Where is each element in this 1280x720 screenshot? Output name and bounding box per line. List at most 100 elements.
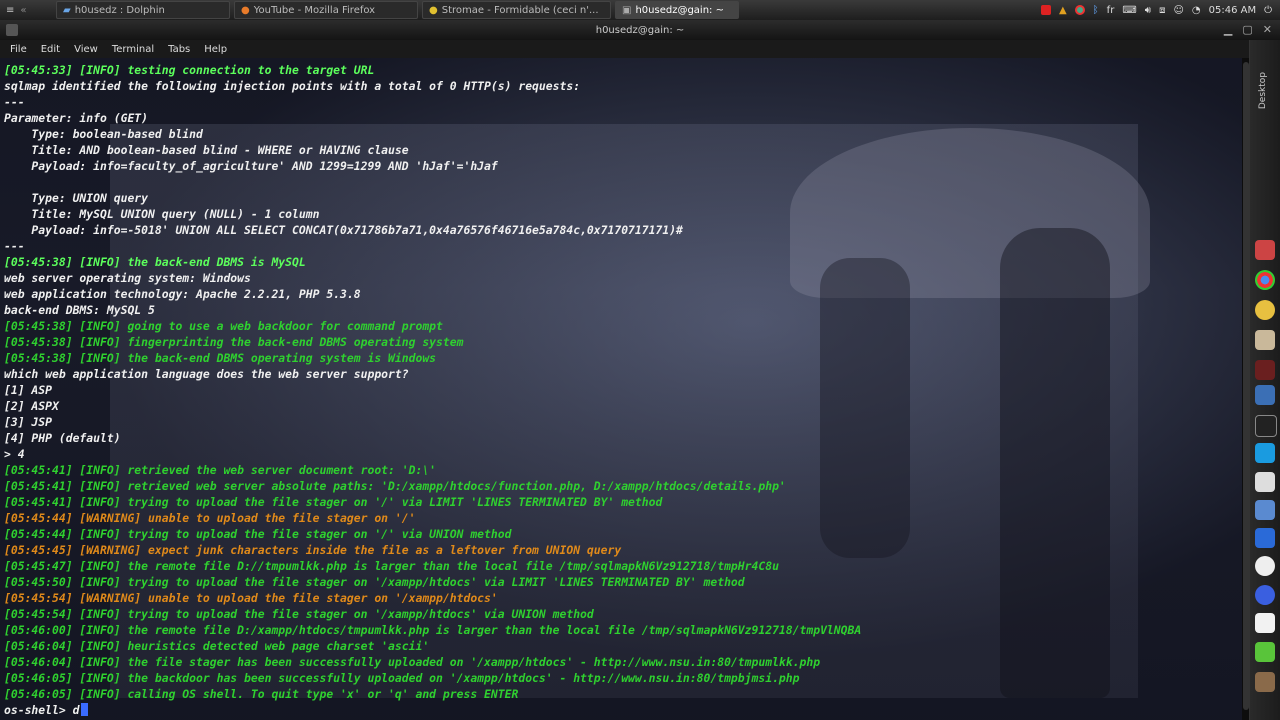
chrome-icon[interactable] [1255, 270, 1275, 290]
terminal-line: Type: boolean-based blind [4, 127, 203, 141]
eye-icon[interactable] [1255, 556, 1275, 576]
maximize-icon[interactable]: ▢ [1242, 23, 1252, 36]
blue-app-icon[interactable] [1255, 528, 1275, 548]
firefox-icon: ● [241, 4, 250, 16]
task-chrome[interactable]: ● Stromae - Formidable (ceci n'... [422, 1, 611, 19]
terminal-output[interactable]: [05:45:33] [INFO] testing connection to … [0, 58, 1250, 720]
text-cursor [81, 703, 89, 716]
clock[interactable]: 05:46 AM [1209, 5, 1256, 16]
window-menu-icon[interactable] [6, 24, 18, 36]
chevron-left-icon[interactable]: « [20, 5, 26, 16]
menu-edit[interactable]: Edit [41, 44, 60, 55]
close-icon[interactable]: ✕ [1263, 23, 1272, 36]
terminal-line: [05:45:50] [INFO] trying to upload the f… [4, 575, 745, 589]
terminal-icon[interactable] [1255, 415, 1277, 437]
record-icon[interactable] [1040, 5, 1051, 15]
menu-icon[interactable]: ≡ [6, 5, 14, 16]
window-controls: ▁ ▢ ✕ [1224, 23, 1272, 36]
app-icon-dark-red[interactable] [1255, 360, 1275, 380]
network-icon[interactable] [1255, 500, 1275, 520]
terminal-line: [05:45:38] [INFO] the back-end DBMS oper… [4, 351, 437, 365]
terminal-line: [05:45:54] [INFO] trying to upload the f… [4, 607, 594, 621]
chrome-tray-icon[interactable] [1074, 5, 1085, 15]
top-panel: ≡ « ▰ h0usedz : Dolphin ● YouTube - Mozi… [0, 0, 1280, 21]
terminal-line: [05:45:47] [INFO] the remote file D://tm… [4, 559, 779, 573]
menu-terminal[interactable]: Terminal [112, 44, 154, 55]
keyboard-icon[interactable]: ⌨ [1122, 5, 1136, 16]
task-label: h0usedz : Dolphin [74, 4, 165, 16]
terminal-line: [3] JSP [4, 415, 53, 429]
terminal-icon: ▣ [622, 4, 632, 16]
terminal-line: [05:45:44] [INFO] trying to upload the f… [4, 527, 512, 541]
power-icon[interactable]: ⏻ [1264, 5, 1272, 16]
terminal-line: > 4 [4, 447, 25, 461]
opera-icon[interactable] [1255, 585, 1275, 605]
terminal-line: [05:45:44] [WARNING] unable to upload th… [4, 511, 416, 525]
task-dolphin[interactable]: ▰ h0usedz : Dolphin [56, 1, 230, 19]
desktop-label[interactable]: Desktop [1258, 72, 1268, 109]
task-terminal[interactable]: ▣ h0usedz@gain: ~ [615, 1, 739, 19]
skype-icon[interactable] [1255, 443, 1275, 463]
folder-icon: ▰ [63, 4, 71, 16]
terminal-line: [05:45:41] [INFO] trying to upload the f… [4, 495, 663, 509]
terminal-line: --- [4, 95, 25, 109]
terminal-line: [05:45:33] [INFO] testing connection to … [4, 63, 375, 77]
terminal-line: [05:45:38] [INFO] the back-end DBMS is M… [4, 255, 306, 269]
terminal-line: [05:46:04] [INFO] heuristics detected we… [4, 639, 430, 653]
terminal-line: [05:45:41] [INFO] retrieved web server a… [4, 479, 786, 493]
terminal-line: web server operating system: Windows [4, 271, 251, 285]
task-firefox[interactable]: ● YouTube - Mozilla Firefox [234, 1, 418, 19]
terminal-line: back-end DBMS: MySQL 5 [4, 303, 155, 317]
terminal-line: [05:46:05] [INFO] calling OS shell. To q… [4, 687, 519, 701]
warning-icon[interactable]: ▲ [1059, 5, 1067, 16]
green-app-icon[interactable] [1255, 642, 1275, 662]
terminal-line: Title: MySQL UNION query (NULL) - 1 colu… [4, 207, 320, 221]
terminal-line: which web application language does the … [4, 367, 409, 381]
app-icon-red[interactable] [1255, 240, 1275, 260]
panel-launcher[interactable]: ≡ « [0, 5, 54, 16]
emoji-icon[interactable] [1255, 300, 1275, 320]
shell-prompt: os-shell> [4, 703, 73, 717]
terminal-line: [05:45:45] [WARNING] expect junk charact… [4, 543, 622, 557]
volume-icon[interactable]: 🔊︎ [1145, 5, 1151, 16]
menu-bar: File Edit View Terminal Tabs Help [0, 40, 1260, 58]
window-title: h0usedz@gain: ~ [595, 24, 685, 36]
terminal-line: Type: UNION query [4, 191, 149, 205]
menu-view[interactable]: View [74, 44, 98, 55]
terminal-line: Title: AND boolean-based blind - WHERE o… [4, 143, 409, 157]
menu-tabs[interactable]: Tabs [168, 44, 190, 55]
terminal-line: [05:46:05] [INFO] the backdoor has been … [4, 671, 800, 685]
app-icon-white[interactable] [1255, 613, 1275, 633]
minimize-icon[interactable]: ▁ [1224, 23, 1232, 36]
menu-file[interactable]: File [10, 44, 27, 55]
virtualbox-icon[interactable] [1255, 385, 1275, 405]
terminal-line: sqlmap identified the following injectio… [4, 79, 581, 93]
user-icon[interactable]: ☺ [1173, 5, 1183, 16]
shell-input[interactable]: d [73, 703, 80, 717]
terminal-line: [2] ASPX [4, 399, 59, 413]
task-label: YouTube - Mozilla Firefox [253, 4, 376, 16]
app-icon-beige[interactable] [1255, 330, 1275, 350]
terminal-line: [05:45:41] [INFO] retrieved the web serv… [4, 463, 437, 477]
network-icon[interactable]: ⧈ [1159, 5, 1165, 16]
bluetooth-icon[interactable]: ᛒ [1093, 5, 1099, 16]
terminal-line: Payload: info=faculty_of_agriculture' AN… [4, 159, 498, 173]
system-tray: ▲ ᛒ fr ⌨ 🔊︎ ⧈ ☺ ◔ 05:46 AM ⏻ [1040, 4, 1280, 16]
window-titlebar[interactable]: h0usedz@gain: ~ ▁ ▢ ✕ [0, 20, 1280, 40]
menu-help[interactable]: Help [204, 44, 227, 55]
document-icon[interactable] [1255, 472, 1275, 492]
terminal-line: Payload: info=-5018' UNION ALL SELECT CO… [4, 223, 683, 237]
keyboard-layout[interactable]: fr [1107, 5, 1115, 16]
terminal-line: [4] PHP (default) [4, 431, 121, 445]
terminal-line: [05:45:54] [WARNING] unable to upload th… [4, 591, 498, 605]
shell-prompt-line[interactable]: os-shell> d [4, 702, 1250, 718]
terminal-line: [05:46:04] [INFO] the file stager has be… [4, 655, 821, 669]
clock-icon: ◔ [1191, 4, 1201, 16]
terminal-line: web application technology: Apache 2.2.2… [4, 287, 361, 301]
terminal-line: [1] ASP [4, 383, 53, 397]
terminal-line: --- [4, 239, 25, 253]
terminal-line: [05:45:38] [INFO] fingerprinting the bac… [4, 335, 464, 349]
chrome-icon: ● [429, 4, 438, 16]
app-icon-brown[interactable] [1255, 672, 1275, 692]
